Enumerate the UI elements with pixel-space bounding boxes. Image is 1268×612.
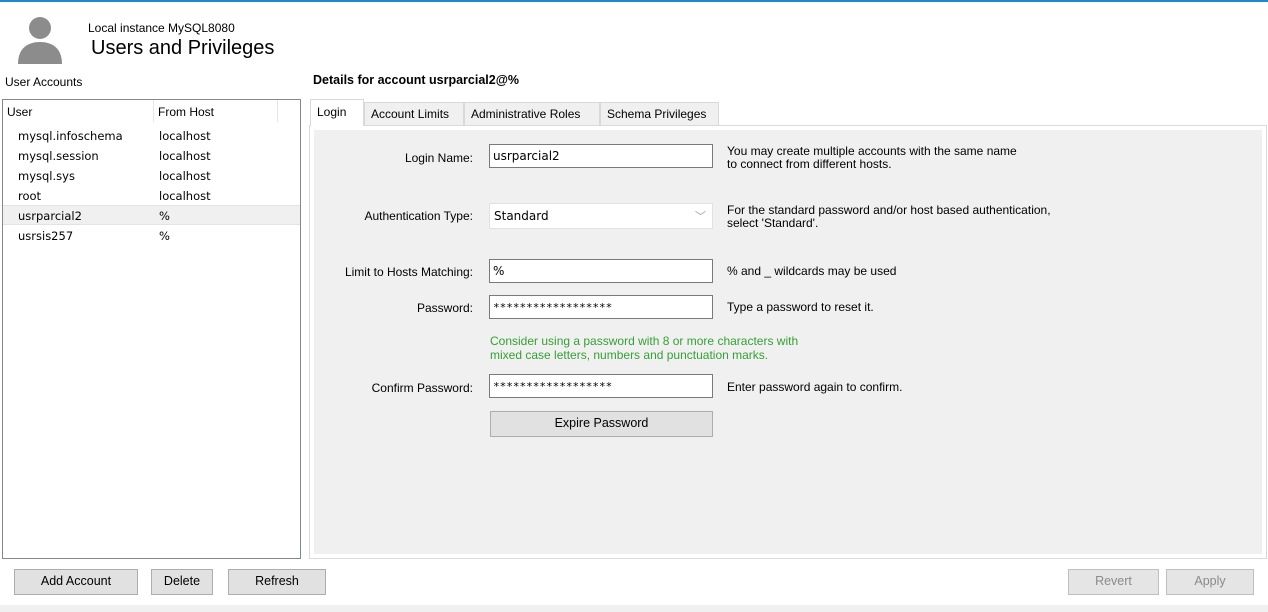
add-account-button[interactable]: Add Account: [14, 569, 138, 595]
column-divider[interactable]: [277, 100, 278, 122]
chevron-down-icon[interactable]: ﹀: [695, 208, 706, 224]
column-header-user[interactable]: User: [7, 105, 32, 119]
auth-type-value: Standard: [494, 209, 549, 223]
user-accounts-list[interactable]: User From Host mysql.infoschema localhos…: [2, 99, 301, 559]
hosts-label: Limit to Hosts Matching:: [344, 265, 473, 279]
hosts-help: % and _ wildcards may be used: [727, 264, 897, 278]
account-row[interactable]: mysql.sys localhost: [3, 166, 300, 186]
account-host: localhost: [159, 149, 211, 163]
account-row[interactable]: mysql.session localhost: [3, 146, 300, 166]
expire-password-button[interactable]: Expire Password: [490, 411, 713, 437]
tab-login[interactable]: Login: [310, 99, 364, 126]
revert-button[interactable]: Revert: [1068, 569, 1159, 595]
account-user: usrsis257: [18, 229, 74, 243]
hosts-field[interactable]: %: [489, 259, 713, 283]
password-strength-hint: Consider using a password with 8 or more…: [490, 334, 799, 362]
account-user: root: [18, 189, 42, 203]
account-host: %: [159, 229, 170, 243]
account-host: localhost: [159, 189, 211, 203]
details-title: Details for account usrparcial2@%: [313, 73, 520, 87]
page-title: Users and Privileges: [91, 37, 275, 59]
confirm-password-help: Enter password again to confirm.: [727, 380, 903, 394]
delete-button[interactable]: Delete: [151, 569, 213, 595]
account-host: localhost: [159, 129, 211, 143]
confirm-password-label: Confirm Password:: [371, 381, 473, 395]
account-row-selected[interactable]: usrparcial2 %: [3, 205, 300, 225]
auth-type-help: For the standard password and/or host ba…: [727, 203, 1051, 230]
user-accounts-label: User Accounts: [5, 75, 83, 89]
apply-button[interactable]: Apply: [1166, 569, 1254, 595]
instance-name: Local instance MySQL8080: [88, 21, 235, 35]
login-name-help: You may create multiple accounts with th…: [727, 144, 1017, 171]
auth-type-label: Authentication Type:: [364, 209, 473, 223]
account-host: %: [159, 209, 170, 223]
tab-schema-privileges[interactable]: Schema Privileges: [600, 102, 719, 125]
account-user: mysql.session: [18, 149, 99, 163]
account-user: mysql.infoschema: [18, 129, 123, 143]
top-accent-rule: [0, 0, 1268, 2]
password-help: Type a password to reset it.: [727, 300, 874, 314]
footer-strip: [0, 605, 1268, 612]
account-user: usrparcial2: [18, 209, 82, 223]
account-row[interactable]: mysql.infoschema localhost: [3, 126, 300, 146]
tab-administrative-roles[interactable]: Administrative Roles: [464, 102, 600, 125]
column-header-host[interactable]: From Host: [158, 105, 214, 119]
column-divider[interactable]: [153, 100, 154, 122]
account-host: localhost: [159, 169, 211, 183]
account-row[interactable]: root localhost: [3, 186, 300, 206]
user-silhouette-icon: [18, 17, 62, 64]
account-row[interactable]: usrsis257 %: [3, 226, 300, 246]
refresh-button[interactable]: Refresh: [228, 569, 326, 595]
login-name-field[interactable]: usrparcial2: [489, 144, 713, 168]
confirm-password-field[interactable]: ******************: [489, 374, 713, 398]
login-name-label: Login Name:: [404, 151, 473, 165]
password-field[interactable]: ******************: [489, 295, 713, 319]
tab-account-limits[interactable]: Account Limits: [364, 102, 464, 125]
password-label: Password:: [416, 301, 473, 315]
account-user: mysql.sys: [18, 169, 75, 183]
auth-type-select[interactable]: Standard ﹀: [489, 203, 713, 229]
